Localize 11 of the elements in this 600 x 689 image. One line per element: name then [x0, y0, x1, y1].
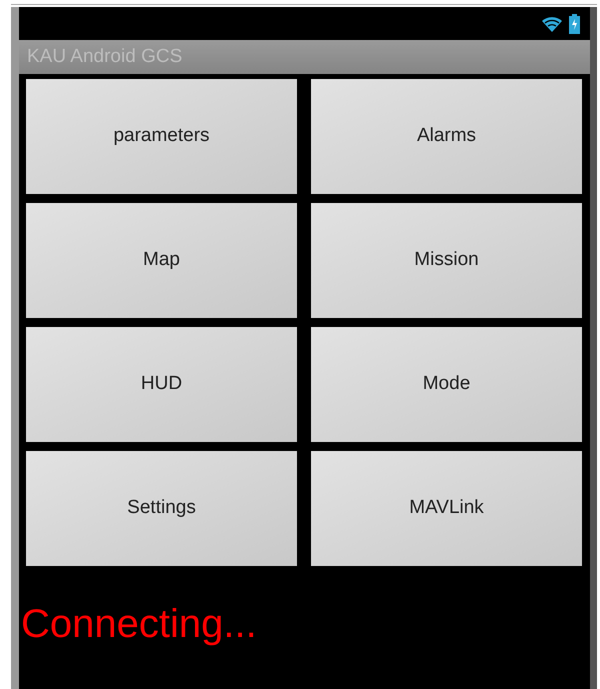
menu-button[interactable]: MAVLink	[311, 451, 582, 566]
menu-button[interactable]: Settings	[26, 451, 297, 566]
wifi-icon	[541, 14, 563, 32]
menu-button[interactable]: Alarms	[311, 79, 582, 194]
menu-button[interactable]: parameters	[26, 79, 297, 194]
menu-button[interactable]: HUD	[26, 327, 297, 442]
menu-button[interactable]: Mode	[311, 327, 582, 442]
battery-icon	[569, 14, 580, 34]
menu-button[interactable]: Map	[26, 203, 297, 318]
connection-status: Connecting...	[21, 602, 257, 646]
menu-button[interactable]: Mission	[311, 203, 582, 318]
